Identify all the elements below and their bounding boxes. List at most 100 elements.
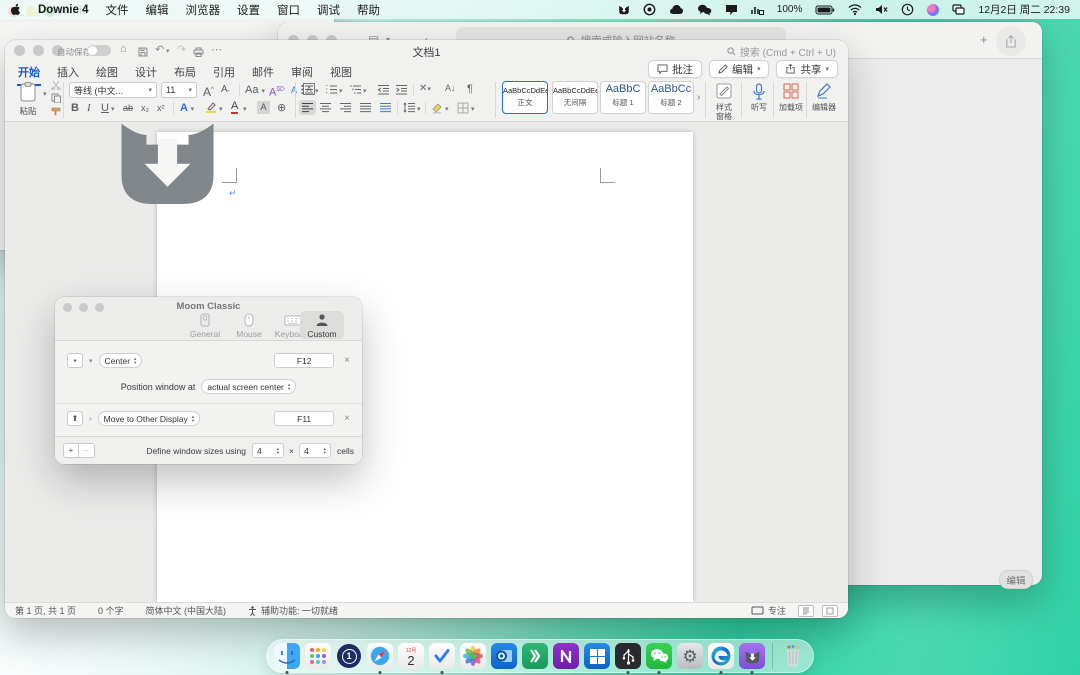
clear-hotkey-icon[interactable]: × <box>344 413 350 424</box>
distribute-button[interactable] <box>379 102 392 116</box>
dock-things-icon[interactable] <box>429 643 455 669</box>
font-name-select[interactable]: 等线 (中文... ▾ <box>69 82 157 98</box>
accessibility-status[interactable]: 辅助功能: 一切就绪 <box>248 604 338 617</box>
dock-calendar-icon[interactable]: 12月2 <box>398 643 424 669</box>
position-select[interactable]: actual screen center ▴▾ <box>201 379 296 394</box>
editor-button[interactable]: 编辑器 <box>809 81 839 112</box>
dock-outlook-icon[interactable] <box>491 643 517 669</box>
action-select-center[interactable]: Center ▴▾ <box>99 353 143 368</box>
edit-mode-button[interactable]: 编辑 ▾ <box>709 60 770 78</box>
clock-icon[interactable] <box>901 3 914 17</box>
add-button[interactable]: + <box>63 443 79 458</box>
menu-app-name[interactable]: Downie 4 <box>38 4 88 16</box>
style-heading2[interactable]: AaBbCc 标题 2 <box>648 81 694 114</box>
wifi-icon[interactable] <box>848 3 862 17</box>
align-right-button[interactable] <box>339 102 352 116</box>
menu-item-edit[interactable]: 编辑 <box>145 2 168 18</box>
dock-downie-icon[interactable] <box>739 643 765 669</box>
shading-icon[interactable] <box>431 102 443 117</box>
style-normal[interactable]: AaBbCcDdEe 正文 <box>502 81 548 114</box>
remove-button[interactable]: − <box>79 443 95 458</box>
dock-photos-icon[interactable] <box>460 643 486 669</box>
menu-item-debug[interactable]: 调试 <box>317 2 340 18</box>
phonetic-guide-icon[interactable]: A <box>291 83 297 97</box>
action-select-move[interactable]: Move to Other Display ▴▾ <box>98 411 200 426</box>
menu-item-window[interactable]: 窗口 <box>277 2 300 18</box>
moom-window[interactable]: Moom Classic General Mouse Keyboard Cust… <box>55 297 362 464</box>
line-spacing-icon[interactable] <box>403 102 416 116</box>
underline-button[interactable]: U <box>101 101 109 115</box>
dock-trash-icon[interactable] <box>780 643 806 669</box>
record-status-icon[interactable] <box>643 3 656 17</box>
share-icon[interactable] <box>996 26 1026 56</box>
styles-gallery-more-icon[interactable]: › <box>697 92 700 103</box>
hotkey-field-f12[interactable]: F12 <box>274 353 334 368</box>
borders-icon[interactable] <box>457 102 469 117</box>
paste-button[interactable]: 粘贴 <box>15 82 41 117</box>
style-no-spacing[interactable]: AaBbCcDdEe 无间隔 <box>552 81 598 114</box>
edit-badge[interactable]: 编辑 <box>999 570 1033 589</box>
shape-picker-button[interactable]: ⬆ <box>67 411 83 426</box>
multilevel-chevron-icon[interactable]: ▾ <box>363 87 367 95</box>
number-list-icon[interactable] <box>325 84 338 98</box>
dock-edge-icon[interactable] <box>708 643 734 669</box>
dock-1password-icon[interactable]: 1 <box>336 643 362 669</box>
siri-icon[interactable] <box>927 4 939 16</box>
char-shading-icon[interactable]: A <box>257 101 270 114</box>
menu-clock[interactable]: 12月2日 周二 22:39 <box>978 2 1070 17</box>
apple-menu-icon[interactable] <box>10 3 21 17</box>
style-pane-button[interactable]: 样式 窗格 <box>709 81 739 121</box>
borders-chevron-icon[interactable]: ▾ <box>471 105 475 113</box>
dictate-button[interactable]: 听写 <box>744 81 774 112</box>
bullet-chevron-icon[interactable]: ▾ <box>315 87 319 95</box>
downie-status-icon[interactable] <box>618 3 630 17</box>
language-status[interactable]: 简体中文 (中国大陆) <box>146 604 227 617</box>
font-size-select[interactable]: 11 ▾ <box>161 82 197 98</box>
bullet-list-icon[interactable] <box>301 84 314 98</box>
shading-chevron-icon[interactable]: ▾ <box>445 105 449 113</box>
menu-item-browser[interactable]: 浏览器 <box>185 2 220 18</box>
battery-icon[interactable] <box>815 3 835 17</box>
addins-button[interactable]: 加载项 <box>776 81 806 112</box>
wechat-status-icon[interactable] <box>697 3 712 17</box>
sort-icon[interactable]: A↓ <box>445 83 456 93</box>
clear-hotkey-icon[interactable]: × <box>344 355 350 366</box>
font-color-chevron-icon[interactable]: ▾ <box>243 105 247 113</box>
comments-button[interactable]: 批注 <box>648 60 702 78</box>
web-layout-view-button[interactable] <box>822 605 838 617</box>
cloud-status-icon[interactable] <box>669 3 684 17</box>
tab-custom[interactable]: Custom <box>300 311 344 339</box>
grow-font-icon[interactable]: A^ <box>203 83 214 99</box>
enclose-icon[interactable]: ⊕ <box>277 101 286 115</box>
increase-indent-icon[interactable] <box>395 84 408 98</box>
grid-cols-select[interactable]: 4▴▾ <box>252 443 284 458</box>
asian-layout-icon[interactable]: ✕▾ <box>419 83 431 94</box>
share-button[interactable]: 共享 ▾ <box>776 60 838 78</box>
justify-button[interactable] <box>359 102 372 116</box>
font-color-icon[interactable]: A <box>231 101 238 114</box>
word-search-field[interactable]: 搜索 (Cmd + Ctrl + U) <box>727 44 836 59</box>
shrink-font-icon[interactable]: Aˇ <box>221 83 230 101</box>
menu-item-help[interactable]: 帮助 <box>357 2 380 18</box>
align-center-button[interactable] <box>319 102 332 116</box>
dock-excel-icon[interactable] <box>522 643 548 669</box>
decrease-indent-icon[interactable] <box>377 84 390 98</box>
cut-icon[interactable] <box>51 80 61 93</box>
format-painter-icon[interactable] <box>51 106 61 119</box>
stats-status-icon[interactable] <box>751 3 764 17</box>
chevron-down-icon[interactable]: ▾ <box>89 357 93 365</box>
new-tab-icon[interactable]: + <box>980 30 988 50</box>
clear-format-icon[interactable]: A⌦ <box>269 83 285 100</box>
multilevel-list-icon[interactable] <box>349 84 362 98</box>
chevron-right-icon[interactable]: › <box>89 414 92 423</box>
number-chevron-icon[interactable]: ▾ <box>339 87 343 95</box>
show-marks-icon[interactable]: ¶ <box>467 83 473 95</box>
focus-mode-button[interactable]: 专注 <box>751 604 786 617</box>
hotkey-field-f11[interactable]: F11 <box>274 411 334 426</box>
tab-mouse[interactable]: Mouse <box>227 311 271 339</box>
word-count[interactable]: 0 个字 <box>98 604 124 617</box>
bold-button[interactable]: B <box>71 101 79 115</box>
grid-rows-select[interactable]: 4▴▾ <box>299 443 331 458</box>
align-left-button[interactable] <box>299 100 316 115</box>
change-case-icon[interactable]: Aa ▾ <box>245 83 265 99</box>
